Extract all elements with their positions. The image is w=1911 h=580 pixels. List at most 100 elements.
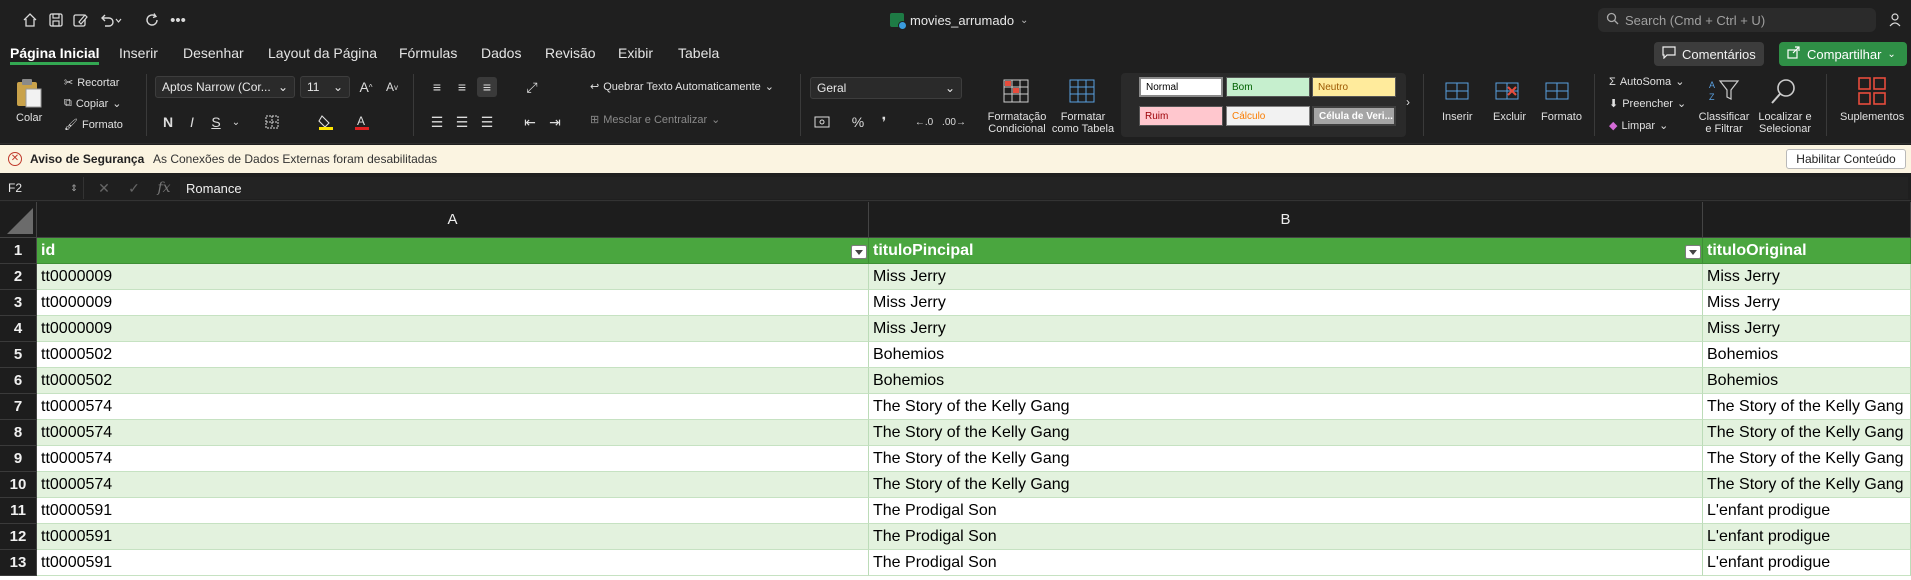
table-cell[interactable]: tt0000502 <box>37 368 869 394</box>
clear-button[interactable]: ◆ Limpar ⌄ <box>1609 119 1668 133</box>
font-size-select[interactable]: 11 ⌄ <box>300 76 350 98</box>
filter-dropdown-icon[interactable] <box>1685 245 1701 259</box>
tab-layout-da-pagina[interactable]: Layout da Página <box>268 43 377 65</box>
tab-desenhar[interactable]: Desenhar <box>183 43 244 65</box>
style-calc[interactable]: Cálculo <box>1226 106 1310 126</box>
table-cell[interactable]: Bohemios <box>1703 342 1911 368</box>
table-cell[interactable]: Miss Jerry <box>1703 264 1911 290</box>
style-neutral[interactable]: Neutro <box>1312 77 1396 97</box>
select-all-corner[interactable] <box>0 202 37 238</box>
format-cells-icon[interactable] <box>1536 74 1580 108</box>
increase-font-icon[interactable]: A ^ <box>356 77 376 97</box>
table-cell[interactable]: The Prodigal Son <box>869 524 1703 550</box>
table-cell[interactable]: tt0000009 <box>37 264 869 290</box>
close-circle-icon[interactable]: ✕ <box>8 152 22 166</box>
percent-button[interactable]: % <box>848 112 868 132</box>
document-title[interactable]: movies_arrumado ⌄ <box>890 10 1028 30</box>
orientation-icon[interactable]: ⤢ <box>522 77 542 97</box>
style-check-cell[interactable]: Célula de Veri... <box>1312 106 1396 126</box>
decrease-decimal-icon[interactable]: .00→ <box>942 112 966 132</box>
table-cell[interactable]: tt0000502 <box>37 342 869 368</box>
cut-button[interactable]: ✂ Recortar <box>64 76 119 90</box>
decrease-indent-icon[interactable]: ⇤ <box>520 112 540 132</box>
table-cell[interactable]: The Prodigal Son <box>869 550 1703 576</box>
currency-icon[interactable] <box>812 112 832 132</box>
table-cell[interactable]: L'enfant prodigue <box>1703 498 1911 524</box>
table-cell[interactable]: L'enfant prodigue <box>1703 550 1911 576</box>
format-as-table-icon[interactable] <box>1060 74 1106 108</box>
row-number[interactable]: 1 <box>0 238 37 264</box>
fill-button[interactable]: ⬇ Preencher ⌄ <box>1609 97 1686 111</box>
confirm-icon[interactable]: ✓ <box>124 178 144 198</box>
tab-tabela[interactable]: Tabela <box>678 43 719 65</box>
row-number[interactable]: 4 <box>0 316 37 342</box>
comma-button[interactable]: ❜ <box>874 112 894 132</box>
row-number[interactable]: 11 <box>0 498 37 524</box>
chevron-down-icon[interactable]: ⌄ <box>226 112 246 132</box>
table-cell[interactable]: Bohemios <box>1703 368 1911 394</box>
tab-dados[interactable]: Dados <box>481 43 521 65</box>
tab-inserir[interactable]: Inserir <box>119 43 158 65</box>
increase-indent-icon[interactable]: ⇥ <box>545 112 565 132</box>
more-icon[interactable]: ••• <box>168 10 188 30</box>
row-number[interactable]: 13 <box>0 550 37 576</box>
table-cell[interactable]: The Story of the Kelly Gang <box>1703 446 1911 472</box>
column-header-b[interactable]: B <box>869 202 1703 238</box>
tab-exibir[interactable]: Exibir <box>618 43 653 65</box>
function-icon[interactable]: fx <box>154 178 174 198</box>
align-left-icon[interactable]: ☰ <box>427 112 447 132</box>
table-cell[interactable]: tt0000574 <box>37 446 869 472</box>
home-icon[interactable] <box>20 10 40 30</box>
table-cell[interactable]: The Story of the Kelly Gang <box>869 472 1703 498</box>
insert-cells-icon[interactable] <box>1436 74 1480 108</box>
table-cell[interactable]: tt0000009 <box>37 290 869 316</box>
number-format-select[interactable]: Geral ⌄ <box>810 77 962 99</box>
style-normal[interactable]: Normal <box>1139 77 1223 97</box>
undo-icon[interactable] <box>96 10 126 30</box>
table-cell[interactable]: tt0000574 <box>37 472 869 498</box>
autosum-button[interactable]: Σ AutoSoma ⌄ <box>1609 75 1684 89</box>
align-top-icon[interactable]: ≡ <box>427 77 447 97</box>
table-cell[interactable]: tt0000009 <box>37 316 869 342</box>
paste-icon[interactable] <box>12 76 46 110</box>
row-number[interactable]: 2 <box>0 264 37 290</box>
save-icon[interactable] <box>46 10 66 30</box>
redo-icon[interactable] <box>142 10 162 30</box>
column-header-a[interactable]: A <box>37 202 869 238</box>
table-cell[interactable]: tt0000574 <box>37 394 869 420</box>
font-name-select[interactable]: Aptos Narrow (Cor... ⌄ <box>155 76 295 98</box>
merge-center-button[interactable]: ⊞ Mesclar e Centralizar ⌄ <box>590 113 720 127</box>
table-cell[interactable]: The Prodigal Son <box>869 498 1703 524</box>
table-cell[interactable]: Miss Jerry <box>869 290 1703 316</box>
tab-formulas[interactable]: Fórmulas <box>399 43 457 65</box>
conditional-format-icon[interactable] <box>994 74 1040 108</box>
edit-icon[interactable] <box>70 10 90 30</box>
account-icon[interactable] <box>1886 10 1906 30</box>
row-number[interactable]: 3 <box>0 290 37 316</box>
share-button[interactable]: Compartilhar ⌄ <box>1779 42 1907 66</box>
row-number[interactable]: 8 <box>0 420 37 446</box>
row-number[interactable]: 5 <box>0 342 37 368</box>
header-cell-titulo-principal[interactable]: tituloPincipal <box>869 238 1703 264</box>
formula-input[interactable]: Romance <box>180 177 1908 199</box>
font-color-icon[interactable]: A <box>352 112 372 132</box>
header-cell-id[interactable]: id <box>37 238 869 264</box>
namebox-stepper-icon[interactable]: ⇕ <box>64 178 84 198</box>
row-number[interactable]: 10 <box>0 472 37 498</box>
table-cell[interactable]: L'enfant prodigue <box>1703 524 1911 550</box>
align-center-icon[interactable]: ☰ <box>452 112 472 132</box>
table-cell[interactable]: The Story of the Kelly Gang <box>1703 472 1911 498</box>
wrap-text-button[interactable]: ↩ Quebrar Texto Automaticamente ⌄ <box>590 80 774 94</box>
underline-button[interactable]: S <box>206 112 226 132</box>
enable-content-button[interactable]: Habilitar Conteúdo <box>1786 149 1906 169</box>
table-cell[interactable]: Bohemios <box>869 342 1703 368</box>
decrease-font-icon[interactable]: Av <box>382 77 402 97</box>
tab-pagina-inicial[interactable]: Página Inicial <box>10 43 100 65</box>
align-bottom-icon[interactable]: ≡ <box>477 77 497 97</box>
addins-icon[interactable] <box>1852 74 1892 108</box>
table-cell[interactable]: Miss Jerry <box>1703 316 1911 342</box>
table-cell[interactable]: Miss Jerry <box>1703 290 1911 316</box>
italic-button[interactable]: I <box>182 112 202 132</box>
cancel-icon[interactable]: ✕ <box>94 178 114 198</box>
table-cell[interactable]: tt0000591 <box>37 524 869 550</box>
